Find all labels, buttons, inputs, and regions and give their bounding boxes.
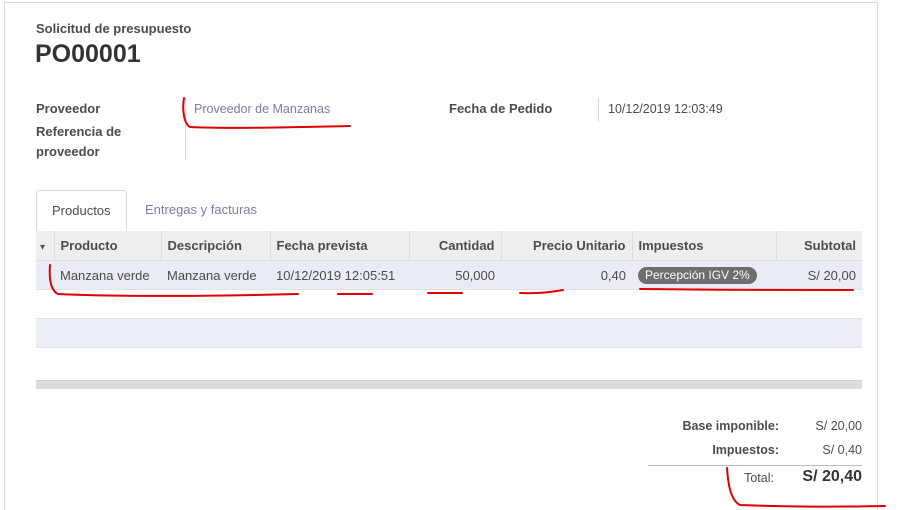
column-header-subtotal[interactable]: Subtotal — [775, 231, 862, 261]
cell-date[interactable]: 10/12/2019 12:05:51 — [270, 260, 409, 290]
column-header-impuestos[interactable]: Impuestos — [631, 231, 776, 261]
table-footer-bar — [36, 380, 862, 389]
chevron-down-icon[interactable]: ▾ — [40, 242, 45, 253]
sort-toggle[interactable]: ▾ — [36, 231, 54, 261]
order-date-value: 10/12/2019 12:03:49 — [608, 102, 723, 116]
cell-taxes[interactable]: Percepción IGV 2% — [632, 260, 776, 290]
page-gutter — [878, 0, 904, 510]
notebook-tabs: Productos Entregas y facturas — [36, 190, 862, 232]
order-date-label: Fecha de Pedido — [449, 101, 553, 116]
vendor-ref-label-line1: Referencia de — [36, 124, 122, 139]
cell-product[interactable]: Manzana verde — [54, 260, 161, 290]
column-header-descripcion[interactable]: Descripción — [160, 231, 270, 261]
field-separator — [185, 98, 186, 160]
order-lines-table: ▾ Producto Descripción Fecha prevista Ca… — [36, 231, 862, 348]
tab-productos[interactable]: Productos — [36, 190, 127, 232]
column-header-fecha-prevista[interactable]: Fecha prevista — [269, 231, 409, 261]
tax-badge: Percepción IGV 2% — [638, 266, 757, 284]
column-header-producto[interactable]: Producto — [53, 231, 161, 261]
total-value: S/ 20,40 — [802, 468, 862, 485]
base-amount-label: Base imponible: — [682, 419, 779, 433]
column-header-precio-unitario[interactable]: Precio Unitario — [500, 231, 632, 261]
column-header-cantidad[interactable]: Cantidad — [408, 231, 501, 261]
base-amount-value: S/ 20,00 — [815, 419, 862, 433]
totals-divider — [648, 465, 862, 466]
vendor-ref-label-line2: proveedor — [36, 144, 100, 159]
empty-row — [36, 318, 862, 348]
vendor-link[interactable]: Proveedor de Manzanas — [194, 102, 330, 116]
total-label: Total: — [744, 471, 774, 485]
table-row[interactable]: Manzana verde Manzana verde 10/12/2019 1… — [36, 260, 862, 290]
tax-amount-value: S/ 0,40 — [822, 443, 862, 457]
tax-amount-label: Impuestos: — [712, 443, 779, 457]
empty-row — [36, 289, 862, 319]
row-handle — [36, 260, 54, 290]
document-type-label: Solicitud de presupuesto — [36, 21, 192, 36]
cell-quantity[interactable]: 50,000 — [409, 260, 501, 290]
document-title: PO00001 — [35, 40, 141, 68]
cell-description[interactable]: Manzana verde — [161, 260, 270, 290]
cell-unit-price[interactable]: 0,40 — [501, 260, 632, 290]
field-separator — [598, 98, 599, 122]
table-header-row: ▾ Producto Descripción Fecha prevista Ca… — [36, 231, 862, 261]
cell-subtotal: S/ 20,00 — [776, 260, 862, 290]
vendor-label: Proveedor — [36, 101, 101, 116]
tab-entregas-facturas[interactable]: Entregas y facturas — [130, 190, 272, 230]
